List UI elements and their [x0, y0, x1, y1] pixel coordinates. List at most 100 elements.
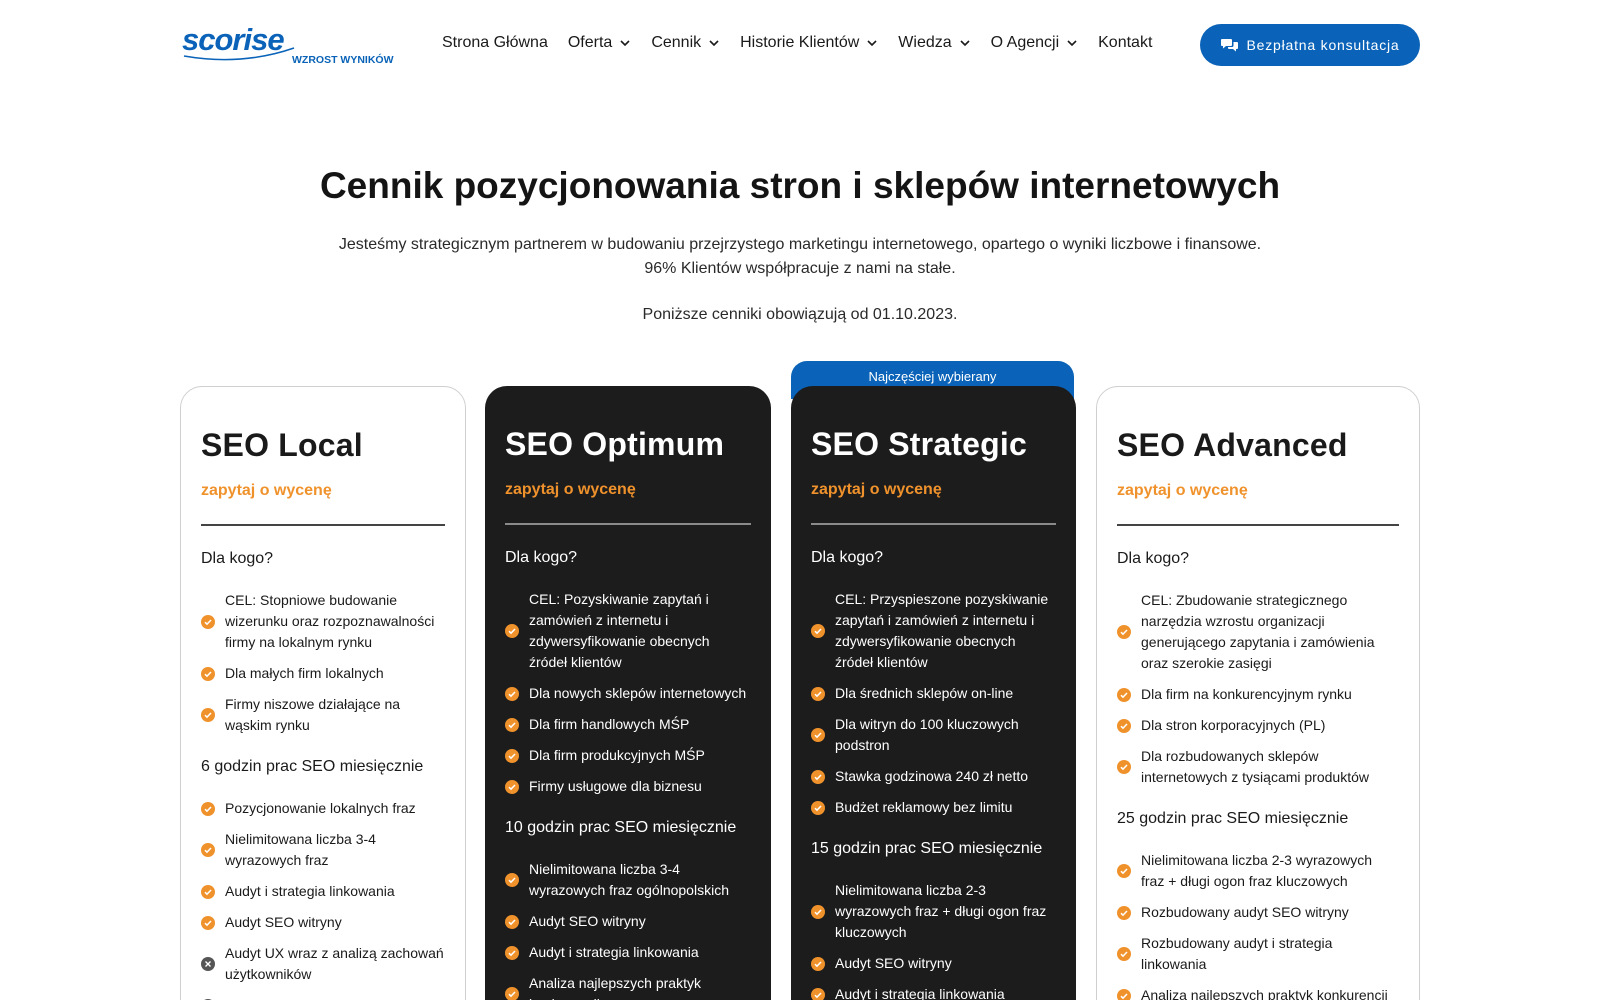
feature-text: Pozycjonowanie lokalnych fraz — [225, 800, 416, 816]
feature-text: Audyt SEO witryny — [225, 914, 342, 930]
feature-text: CEL: Pozyskiwanie zapytań i zamówień z i… — [529, 591, 710, 670]
nav-item-label: Oferta — [567, 34, 613, 51]
feature-item: Budżet reklamowy bez limitu — [811, 797, 1056, 818]
feature-item: Audyt SEO witryny — [201, 912, 445, 933]
nav-item-label: Cennik — [651, 34, 702, 51]
feature-text: Nielimitowana liczba 3-4 wyrazowych fraz… — [529, 861, 729, 898]
plan-name: SEO Optimum — [505, 426, 725, 462]
check-icon — [1117, 687, 1131, 702]
check-icon — [505, 779, 519, 794]
feature-list: CEL: Stopniowe budowanie wizerunku oraz … — [201, 590, 445, 736]
feature-list: Nielimitowana liczba 3-4 wyrazowych fraz… — [505, 859, 751, 1000]
feature-list: CEL: Przyspieszone pozyskiwanie zapytań … — [811, 589, 1056, 818]
feature-item: Audyt i strategia linkowania — [505, 942, 751, 963]
pricing-card-seo-optimum: SEO Optimum zapytaj o wycenę Dla kogo? CEL:… — [485, 386, 771, 1000]
free-consultation-label: Bezpłatna konsultacja — [1246, 37, 1400, 53]
check-icon — [811, 728, 825, 742]
logo[interactable]: scorise WZROST WYNIKÓW — [182, 26, 394, 66]
feature-item: Analiza najlepszych praktyk konkurencji — [1117, 985, 1399, 1000]
check-icon — [811, 956, 825, 971]
check-icon — [505, 686, 519, 701]
check-icon — [505, 717, 519, 732]
feature-text: Budżet reklamowy bez limitu — [835, 799, 1013, 815]
check-icon — [811, 769, 825, 784]
nav-item-label: Wiedza — [898, 34, 952, 51]
for-whom-heading: Dla kogo? — [201, 550, 274, 567]
check-icon — [201, 666, 215, 681]
nav-item-label: Historie Klientów — [740, 34, 860, 51]
for-whom-heading: Dla kogo? — [1117, 550, 1190, 567]
feature-text: Audyt SEO witryny — [529, 913, 646, 929]
nav-item-label: Kontakt — [1098, 34, 1153, 51]
check-icon — [811, 904, 825, 919]
feature-item: Nielimitowana liczba 3-4 wyrazowych fraz — [201, 829, 445, 871]
nav-item-strona-glowna[interactable]: Strona Główna — [442, 34, 548, 52]
ask-for-quote-link[interactable]: zapytaj o wycenę — [1117, 482, 1399, 500]
feature-text: Dla średnich sklepów on-line — [835, 685, 1014, 701]
feature-text: Audyt i strategia linkowania — [529, 944, 699, 960]
feature-text: CEL: Przyspieszone pozyskiwanie zapytań … — [835, 591, 1049, 670]
feature-text: Audyt i strategia linkowania — [835, 986, 1005, 1000]
check-icon — [505, 873, 519, 887]
feature-text: Dla nowych sklepów internetowych — [529, 685, 747, 701]
nav-item-wiedza[interactable]: Wiedza — [898, 34, 970, 52]
nav-item-o-agencji[interactable]: O Agencji — [991, 34, 1078, 52]
feature-text: Dla stron korporacyjnych (PL) — [1141, 717, 1326, 733]
ask-for-quote-link[interactable]: zapytaj o wycenę — [505, 481, 751, 499]
monthly-hours-heading: 10 godzin prac SEO miesięcznie — [505, 819, 737, 836]
nav-item-oferta[interactable]: Oferta — [568, 34, 631, 52]
feature-text: Nielimitowana liczba 3-4 wyrazowych fraz — [225, 831, 376, 868]
check-icon — [201, 708, 215, 722]
nav-item-kontakt[interactable]: Kontakt — [1098, 34, 1152, 52]
divider — [811, 523, 1056, 525]
feature-item: Dla firm handlowych MŚP — [505, 714, 751, 735]
feature-text: CEL: Zbudowanie strategicznego narzędzia… — [1141, 592, 1375, 671]
nav-item-label: O Agencji — [990, 34, 1060, 51]
for-whom-heading: Dla kogo? — [811, 549, 884, 566]
feature-item: CEL: Zbudowanie strategicznego narzędzia… — [1117, 590, 1399, 674]
feature-list: Nielimitowana liczba 2-3 wyrazowych fraz… — [811, 880, 1056, 1000]
feature-item: Dla firm na konkurencyjnym rynku — [1117, 684, 1399, 705]
chevron-down-icon — [619, 37, 631, 49]
feature-text: Dla małych firm lokalnych — [225, 665, 384, 681]
feature-text: Rozbudowany audyt i strategia linkowania — [1141, 935, 1333, 972]
ask-for-quote-link[interactable]: zapytaj o wycenę — [811, 481, 1056, 499]
free-consultation-button[interactable]: Bezpłatna konsultacja — [1200, 24, 1420, 66]
nav-item-cennik[interactable]: Cennik — [651, 34, 720, 52]
check-icon — [505, 748, 519, 763]
check-icon — [201, 614, 215, 629]
feature-text: Firmy niszowe działające na wąskim rynku — [225, 696, 401, 733]
feature-text: Audyt i strategia linkowania — [225, 883, 395, 899]
feature-list: CEL: Pozyskiwanie zapytań i zamówień z i… — [505, 589, 751, 797]
site-header: scorise WZROST WYNIKÓW Strona Główna Ofer… — [0, 0, 1600, 90]
nav-item-historie-klientow[interactable]: Historie Klientów — [740, 34, 878, 52]
feature-text: Nielimitowana liczba 2-3 wyrazowych fraz… — [835, 882, 1047, 940]
logo-wordmark: scorise — [182, 26, 284, 57]
pricing-card-seo-advanced: SEO Advanced zapytaj o wycenę Dla kogo? CEL… — [1096, 386, 1420, 1000]
feature-text: Audyt SEO witryny — [835, 955, 952, 971]
feature-item: Rozbudowany audyt SEO witryny — [1117, 902, 1399, 923]
feature-item: CEL: Przyspieszone pozyskiwanie zapytań … — [811, 589, 1056, 673]
feature-item: Dla małych firm lokalnych — [201, 663, 445, 684]
chat-icon — [1220, 37, 1239, 53]
feature-text: Rozbudowany audyt SEO witryny — [1141, 904, 1349, 920]
check-icon — [505, 945, 519, 960]
for-whom-heading: Dla kogo? — [505, 549, 578, 566]
check-icon — [811, 624, 825, 638]
feature-text: Analiza najlepszych praktyk konkurencji — [1141, 987, 1388, 1000]
scorise-logo: scorise WZROST WYNIKÓW — [182, 26, 394, 66]
pricing-valid-date-note: Poniższe cenniki obowiązują od 01.10.202… — [642, 306, 958, 323]
plan-name: SEO Local — [201, 427, 363, 463]
feature-item: Dla nowych sklepów internetowych — [505, 683, 751, 704]
check-icon — [201, 915, 215, 930]
feature-text: Analiza najlepszych praktyk konkurencji — [529, 975, 701, 1000]
ask-for-quote-link[interactable]: zapytaj o wycenę — [201, 482, 445, 500]
check-icon — [1117, 988, 1131, 1000]
feature-text: Analiza najlepszych praktyk — [225, 995, 397, 1000]
check-icon — [201, 884, 215, 899]
check-icon — [811, 987, 825, 1000]
feature-list: CEL: Zbudowanie strategicznego narzędzia… — [1117, 590, 1399, 788]
cross-icon — [201, 957, 215, 971]
nav-item-label: Strona Główna — [442, 34, 548, 51]
check-icon — [505, 624, 519, 638]
